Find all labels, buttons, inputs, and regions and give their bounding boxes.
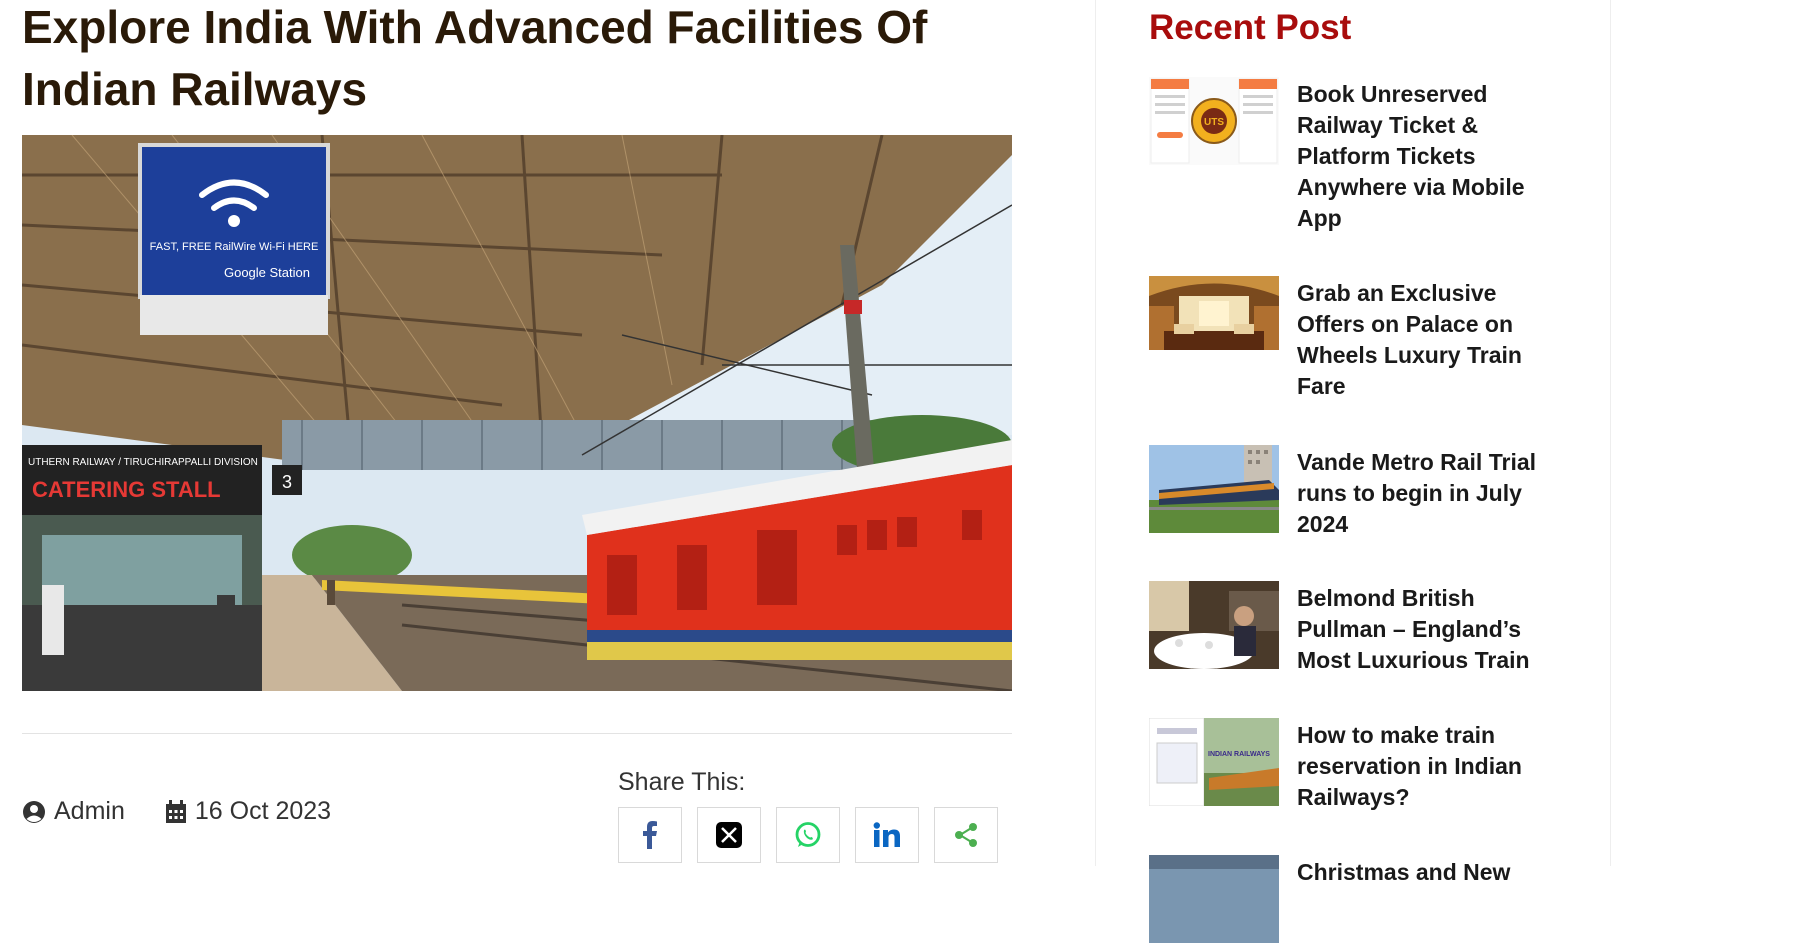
recent-post[interactable]: Grab an Exclusive Offers on Palace on Wh…: [1149, 276, 1589, 402]
facebook-icon: [643, 821, 657, 849]
recent-post-title[interactable]: Book Unreserved Railway Ticket & Platfor…: [1297, 79, 1567, 234]
divider: [22, 733, 1012, 734]
recent-post[interactable]: Belmond British Pullman – England’s Most…: [1149, 581, 1589, 676]
post-meta: Admin 16 Oct 2023: [22, 797, 371, 826]
sidebar-border: [1095, 0, 1096, 866]
post-thumbnail[interactable]: [1149, 445, 1279, 533]
user-circle-icon: [23, 800, 45, 823]
hero-stall-top: UTHERN RAILWAY / TIRUCHIRAPPALLI DIVISIO…: [28, 457, 258, 468]
post-thumbnail[interactable]: [1149, 581, 1279, 669]
share-section: Share This:: [618, 768, 1013, 863]
share-icon: [955, 823, 977, 847]
sidebar-title: Recent Post: [1149, 8, 1352, 47]
hero-sign-brand: Google Station: [224, 265, 310, 280]
linkedin-icon: [873, 822, 900, 847]
hero-platform-number: 3: [282, 472, 292, 492]
author-meta: Admin: [22, 797, 125, 826]
recent-post-title[interactable]: Grab an Exclusive Offers on Palace on Wh…: [1297, 278, 1567, 402]
recent-post[interactable]: Christmas and New: [1149, 855, 1589, 943]
share-label: Share This:: [618, 768, 746, 796]
author-name[interactable]: Admin: [54, 797, 125, 826]
recent-post-title[interactable]: Vande Metro Rail Trial runs to begin in …: [1297, 447, 1567, 540]
recent-post-title[interactable]: How to make train reservation in Indian …: [1297, 720, 1567, 813]
post-date: 16 Oct 2023: [194, 797, 332, 825]
recent-post-title[interactable]: Christmas and New: [1297, 857, 1567, 943]
post-thumbnail[interactable]: [1149, 276, 1279, 350]
hero-sign-text: FAST, FREE RailWire Wi-Fi HERE: [150, 241, 319, 253]
uts-thumb-text: UTS: [1204, 117, 1224, 128]
calendar-icon: [165, 799, 186, 823]
x-icon: [716, 822, 742, 848]
recent-post[interactable]: INDIAN RAILWAYS How to make train reserv…: [1149, 718, 1589, 813]
recent-post[interactable]: Vande Metro Rail Trial runs to begin in …: [1149, 445, 1589, 540]
date-meta: 16 Oct 2023: [165, 797, 331, 826]
whatsapp-icon: [795, 822, 821, 847]
recent-post-title[interactable]: Belmond British Pullman – England’s Most…: [1297, 583, 1567, 676]
irctc-thumb-text: INDIAN RAILWAYS: [1208, 751, 1270, 758]
share-x-button[interactable]: [697, 807, 761, 863]
sidebar-border-right: [1610, 0, 1611, 866]
share-linkedin-button[interactable]: [855, 807, 919, 863]
post-thumbnail[interactable]: [1149, 855, 1279, 943]
article-title: Explore India With Advanced Facilities O…: [22, 1, 928, 115]
share-facebook-button[interactable]: [618, 807, 682, 863]
share-buttons: [618, 807, 1013, 863]
share-whatsapp-button[interactable]: [776, 807, 840, 863]
recent-post[interactable]: UTS Book Unreserved Railway Ticket & Pla…: [1149, 77, 1589, 234]
share-more-button[interactable]: [934, 807, 998, 863]
post-thumbnail[interactable]: INDIAN RAILWAYS: [1149, 718, 1279, 806]
hero-image: FAST, FREE RailWire Wi-Fi HERE Google St…: [22, 135, 1012, 691]
hero-stall-name: CATERING STALL: [32, 477, 221, 502]
post-thumbnail[interactable]: UTS: [1149, 77, 1279, 165]
